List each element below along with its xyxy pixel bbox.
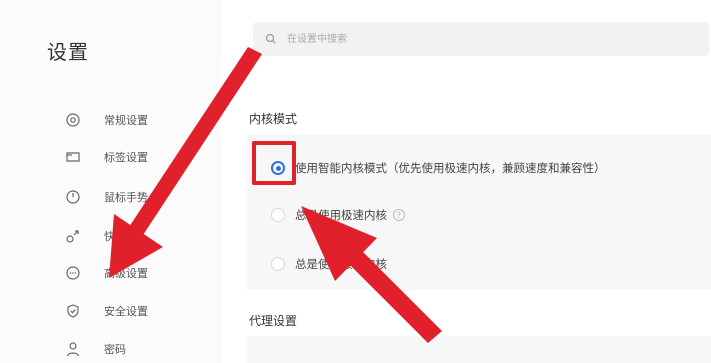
kernel-option-label: 使用智能内核模式（优先使用极速内核，兼顾速度和兼容性） (295, 161, 606, 175)
kernel-option-speed[interactable]: 总是使用极速内核 ? (271, 204, 405, 226)
proxy-settings-title: 代理设置 (249, 314, 298, 328)
sidebar-item-tabs[interactable]: 标签设置 (64, 146, 148, 168)
highlight-box (252, 141, 296, 185)
kernel-option-label: 总是使用兼容内核 (295, 257, 387, 271)
search-box[interactable] (253, 22, 709, 56)
kernel-mode-card: 使用智能内核模式（优先使用极速内核，兼顾速度和兼容性） 总是使用极速内核 ? 总… (247, 134, 711, 290)
sidebar-item-label: 快捷键 (104, 230, 137, 243)
sidebar-item-password[interactable]: 密码 (64, 338, 126, 360)
tab-icon (64, 148, 82, 166)
kernel-option-label: 总是使用极速内核 (295, 208, 387, 222)
radio-unchecked[interactable] (271, 257, 285, 271)
sidebar-item-label: 标签设置 (104, 151, 148, 164)
search-input[interactable] (285, 32, 669, 46)
sidebar-item-security[interactable]: 安全设置 (64, 300, 148, 322)
advanced-icon (64, 264, 82, 282)
kernel-mode-title: 内核模式 (249, 112, 298, 126)
kernel-option-compat[interactable]: 总是使用兼容内核 (271, 253, 387, 275)
shield-icon (64, 302, 82, 320)
help-icon[interactable]: ? (393, 209, 405, 221)
radio-unchecked[interactable] (271, 208, 285, 222)
sidebar-item-advanced[interactable]: 高级设置 (64, 262, 148, 284)
sidebar-item-label: 鼠标手势 (104, 191, 148, 204)
sidebar-item-label: 常规设置 (104, 114, 148, 127)
sidebar-item-general[interactable]: 常规设置 (64, 109, 148, 131)
sidebar-item-label: 高级设置 (104, 267, 148, 280)
sidebar-item-label: 安全设置 (104, 305, 148, 318)
kernel-option-smart[interactable]: 使用智能内核模式（优先使用极速内核，兼顾速度和兼容性） (271, 157, 606, 179)
page-title: 设置 (47, 40, 89, 64)
sidebar-item-label: 密码 (104, 343, 126, 356)
search-icon (265, 32, 279, 46)
gear-icon (64, 111, 82, 129)
mouse-gesture-icon (64, 188, 82, 206)
user-icon (64, 340, 82, 358)
sidebar-item-mouse-gesture[interactable]: 鼠标手势 (64, 186, 148, 208)
proxy-settings-card (247, 336, 711, 363)
sidebar: 设置 常规设置 标签设置 鼠标手势 快捷键 高级设置 安全设置 密码 (0, 0, 222, 363)
shortcut-icon (64, 227, 82, 245)
sidebar-item-shortcut[interactable]: 快捷键 (64, 225, 137, 247)
